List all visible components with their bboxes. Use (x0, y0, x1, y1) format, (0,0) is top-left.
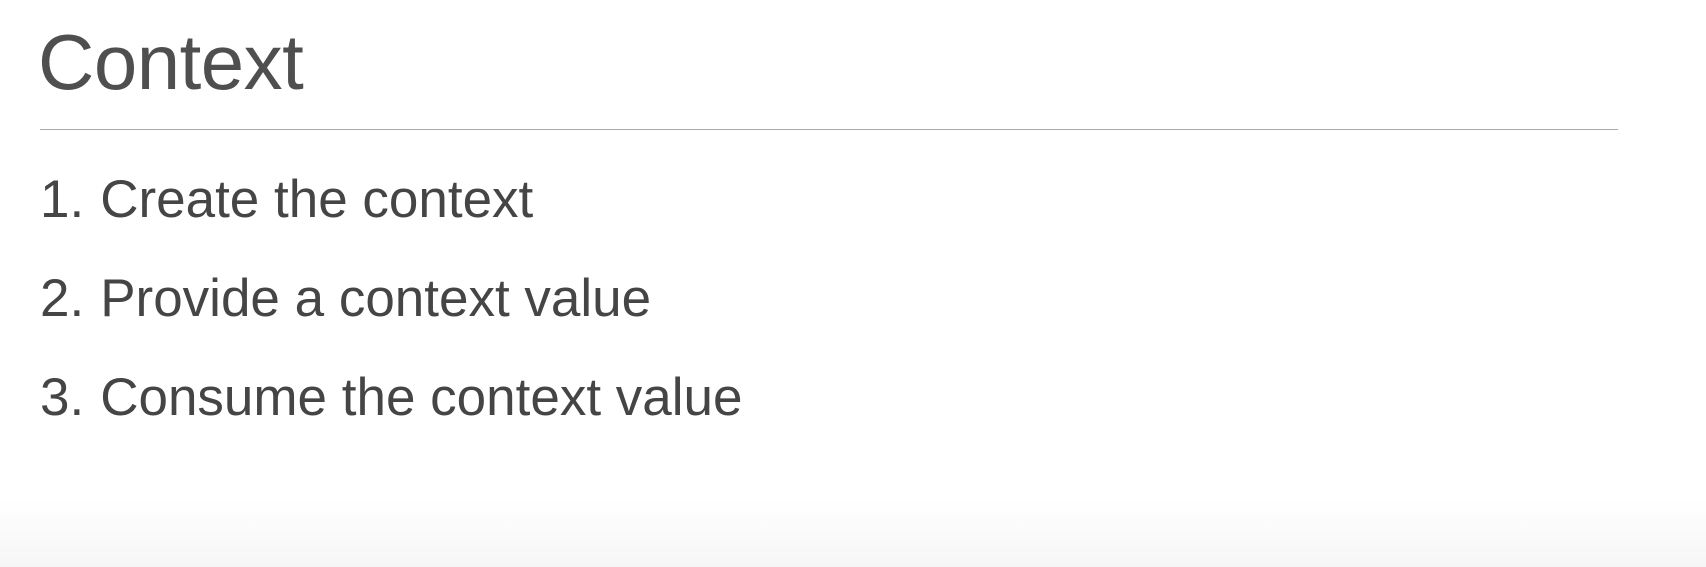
list-item-number: 2. (40, 269, 85, 328)
slide: Context 1. Create the context 2. Provide a… (0, 0, 1706, 567)
list-item-text: Create the context (100, 170, 534, 229)
list-item-number: 3. (40, 368, 85, 427)
title-divider (40, 129, 1618, 130)
list-item-text: Provide a context value (100, 269, 652, 328)
list-item: 3. Consume the context value (40, 348, 742, 447)
list-item-text: Consume the context value (100, 368, 743, 427)
step-list: 1. Create the context 2. Provide a context… (40, 150, 742, 447)
list-item-number: 1. (40, 170, 85, 229)
list-item: 1. Create the context (40, 150, 742, 249)
list-item: 2. Provide a context value (40, 249, 742, 348)
slide-title: Context (38, 18, 304, 106)
